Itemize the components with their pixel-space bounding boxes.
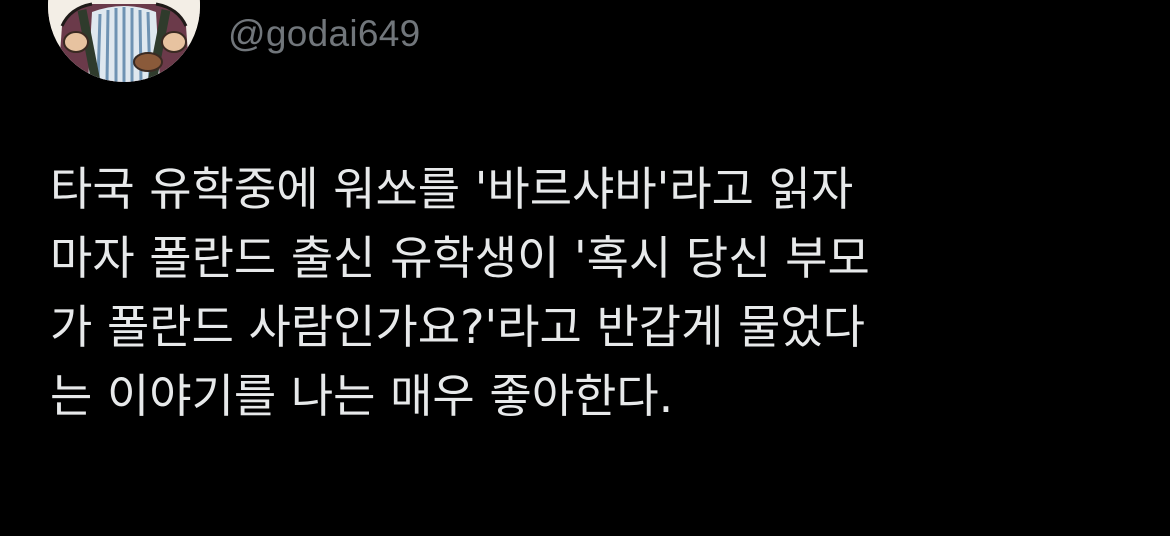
tweet-card: @godai649 타국 유학중에 워쏘를 '바르샤바'라고 읽자 마자 폴란드… (0, 0, 1170, 536)
cartoon-character-avatar-icon (48, 0, 200, 82)
avatar[interactable] (48, 0, 200, 82)
tweet-text: 타국 유학중에 워쏘를 '바르샤바'라고 읽자 마자 폴란드 출신 유학생이 '… (50, 162, 870, 423)
author-handle[interactable]: @godai649 (228, 12, 421, 56)
